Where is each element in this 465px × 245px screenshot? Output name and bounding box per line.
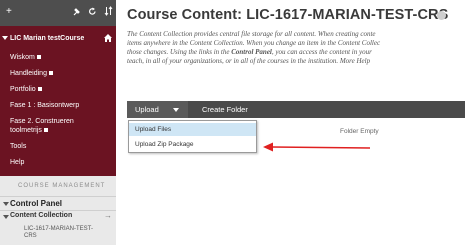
expand-icon[interactable] — [3, 215, 9, 219]
divider — [0, 196, 116, 197]
description-line: teach, in all of your organizations, or … — [127, 57, 371, 65]
pin-icon[interactable] — [72, 7, 81, 16]
description-line: The Content Collection provides central … — [127, 30, 376, 38]
arrow-right-icon[interactable]: → — [104, 211, 112, 220]
upload-zip-package-item[interactable]: Upload Zip Package — [129, 138, 256, 151]
info-icon[interactable] — [437, 11, 446, 20]
content-collection-item[interactable]: Content Collection → — [0, 211, 116, 222]
course-management-header: COURSE MANAGEMENT — [18, 183, 106, 189]
action-bar: Upload Create Folder — [127, 101, 465, 118]
refresh-icon[interactable] — [88, 7, 97, 16]
expand-icon[interactable] — [3, 202, 9, 206]
collapse-icon[interactable] — [2, 36, 8, 40]
upload-button[interactable]: Upload — [127, 101, 188, 118]
chevron-down-icon — [173, 108, 179, 112]
add-icon[interactable]: + — [6, 6, 12, 18]
create-folder-button[interactable]: Create Folder — [202, 101, 248, 118]
menu-square-icon — [48, 71, 53, 75]
control-panel-link[interactable]: Control Panel — [231, 48, 272, 56]
control-panel-header[interactable]: Control Panel — [0, 198, 116, 210]
upload-dropdown-menu: Upload Files Upload Zip Package — [128, 120, 257, 153]
upload-files-item[interactable]: Upload Files — [129, 123, 256, 136]
collection-subitem[interactable]: LIC-1617-MARIAN-TEST- — [24, 226, 93, 233]
collection-subitem-line2[interactable]: CRS — [24, 233, 37, 240]
menu-square-icon — [37, 87, 42, 91]
menu-square-icon — [43, 128, 48, 132]
folder-empty-text: Folder Empty — [340, 128, 379, 135]
home-icon[interactable] — [104, 34, 112, 42]
description-line: items anywhere in the Content Collection… — [127, 39, 381, 47]
menu-square-icon — [36, 55, 41, 59]
sort-icon[interactable] — [104, 6, 113, 16]
page-title: Course Content: LIC-1617-MARIAN-TEST-CRS — [127, 7, 449, 23]
course-sidebar: + LIC Marian testCourse Wiskom Handleidi… — [0, 0, 116, 245]
annotation-arrow-icon — [263, 142, 371, 152]
course-menu: LIC Marian testCourse Wiskom Handleiding… — [0, 26, 116, 176]
description-line: those changes. Using the links in the Co… — [127, 48, 372, 56]
sidebar-toolbar: + — [0, 0, 116, 26]
